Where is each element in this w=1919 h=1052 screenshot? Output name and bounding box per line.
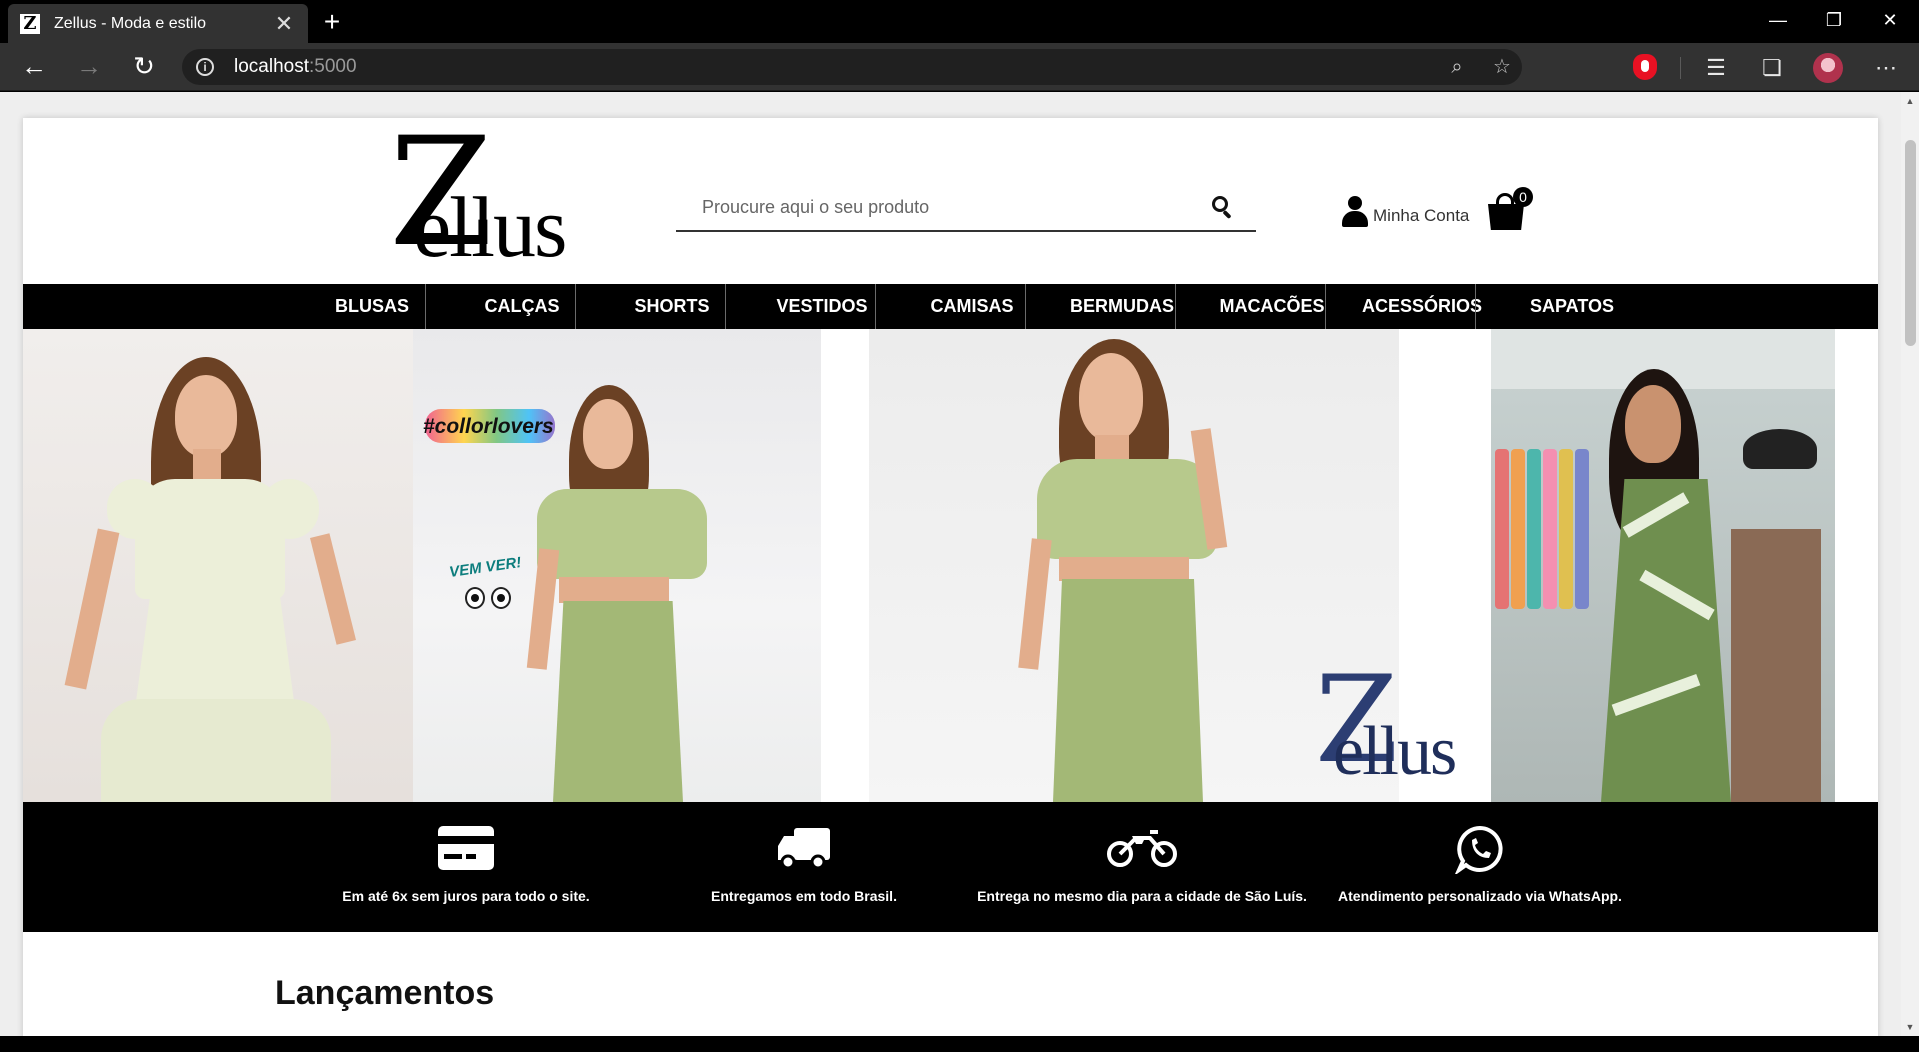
feature-same-day: Entrega no mesmo dia para a cidade de Sã… bbox=[972, 802, 1312, 932]
scroll-thumb[interactable] bbox=[1905, 140, 1916, 346]
collections-icon[interactable]: ❏ bbox=[1756, 55, 1788, 81]
favorites-icon[interactable]: ☰ bbox=[1700, 55, 1732, 81]
info-icon[interactable]: i bbox=[196, 58, 214, 76]
address-bar[interactable]: i localhost:5000 ⌕ ☆ bbox=[182, 49, 1522, 85]
features-strip: Em até 6x sem juros para todo o site. En… bbox=[23, 802, 1878, 932]
cart-button[interactable]: 0 bbox=[1486, 187, 1533, 232]
page-viewport: Z ellus Minha Conta 0 BLUSAS CALÇAS bbox=[0, 92, 1919, 1036]
favorite-star-icon[interactable]: ☆ bbox=[1487, 55, 1517, 79]
search-bar bbox=[676, 184, 1256, 232]
hero-banner[interactable]: #collorlovers VEM VER! Z ellus bbox=[23, 329, 1878, 802]
category-sapatos[interactable]: SAPATOS bbox=[1497, 284, 1647, 329]
extension-icon[interactable] bbox=[1633, 54, 1657, 80]
collorlovers-text: #collorlovers bbox=[423, 415, 554, 438]
banner-photo-store bbox=[1491, 329, 1835, 802]
motorcycle-icon bbox=[1106, 824, 1178, 877]
category-nav: BLUSAS CALÇAS SHORTS VESTIDOS CAMISAS BE… bbox=[23, 284, 1878, 329]
feature-whatsapp: Atendimento personalizado via WhatsApp. bbox=[1310, 802, 1650, 932]
banner-logo-text: ellus bbox=[1333, 713, 1457, 790]
whatsapp-icon bbox=[1454, 824, 1505, 879]
search-input[interactable] bbox=[702, 192, 1182, 222]
new-tab-button[interactable]: + bbox=[315, 6, 349, 40]
toolbar-divider bbox=[1680, 57, 1681, 79]
account-label: Minha Conta bbox=[1373, 206, 1470, 225]
feature-shipping: Entregamos em todo Brasil. bbox=[634, 802, 974, 932]
profile-avatar[interactable] bbox=[1813, 53, 1843, 83]
minimize-window-button[interactable]: — bbox=[1750, 0, 1806, 43]
tab-title: Zellus - Moda e estilo bbox=[54, 14, 207, 32]
url-host: localhost bbox=[234, 56, 309, 77]
url-port: :5000 bbox=[309, 56, 357, 77]
refresh-icon[interactable]: ↻ bbox=[126, 49, 162, 85]
feature-shipping-text: Entregamos em todo Brasil. bbox=[711, 888, 897, 904]
tab-close-icon[interactable]: ✕ bbox=[272, 11, 296, 37]
site-logo[interactable]: Z ellus bbox=[379, 118, 599, 275]
zoom-icon[interactable]: ⌕ bbox=[1442, 55, 1472, 79]
cart-count-badge: 0 bbox=[1513, 187, 1533, 207]
feature-same-day-text: Entrega no mesmo dia para a cidade de Sã… bbox=[977, 888, 1307, 904]
truck-icon bbox=[776, 824, 832, 877]
my-account-link[interactable]: Minha Conta bbox=[1341, 196, 1469, 228]
page-container: Z ellus Minha Conta 0 BLUSAS CALÇAS bbox=[23, 118, 1878, 1036]
feature-installments: Em até 6x sem juros para todo o site. bbox=[296, 802, 636, 932]
browser-tab[interactable]: Z Zellus - Moda e estilo ✕ bbox=[8, 4, 308, 43]
credit-card-icon bbox=[436, 824, 496, 877]
site-favicon-icon: Z bbox=[20, 13, 40, 34]
restore-window-button[interactable]: ❐ bbox=[1806, 0, 1862, 43]
logo-text: ellus bbox=[413, 179, 567, 275]
banner-logo: Z ellus bbox=[1315, 661, 1495, 793]
page-scrollbar[interactable]: ▲ ▼ bbox=[1901, 92, 1919, 1036]
forward-icon[interactable]: → bbox=[71, 49, 107, 85]
scroll-up-icon[interactable]: ▲ bbox=[1905, 96, 1915, 106]
user-icon bbox=[1341, 196, 1369, 228]
feature-whatsapp-text: Atendimento personalizado via WhatsApp. bbox=[1338, 888, 1622, 904]
banner-photo-collorlovers: #collorlovers VEM VER! bbox=[413, 329, 821, 802]
browser-tab-bar: Z Zellus - Moda e estilo ✕ + — ❐ ✕ bbox=[0, 0, 1919, 43]
banner-photo-cream-dress bbox=[23, 329, 413, 802]
close-window-button[interactable]: ✕ bbox=[1862, 0, 1918, 43]
back-icon[interactable]: ← bbox=[16, 49, 52, 85]
launches-heading: Lançamentos bbox=[275, 974, 495, 1012]
vem-ver-sticker: VEM VER! bbox=[448, 554, 523, 581]
browser-toolbar: ← → ↻ i localhost:5000 ⌕ ☆ ☰ ❏ ⋯ bbox=[0, 43, 1919, 91]
scroll-down-icon[interactable]: ▼ bbox=[1905, 1022, 1915, 1032]
more-icon[interactable]: ⋯ bbox=[1870, 55, 1902, 81]
search-icon[interactable] bbox=[1210, 194, 1236, 220]
window-bottom-border bbox=[0, 1036, 1919, 1052]
feature-installments-text: Em até 6x sem juros para todo o site. bbox=[342, 888, 590, 904]
